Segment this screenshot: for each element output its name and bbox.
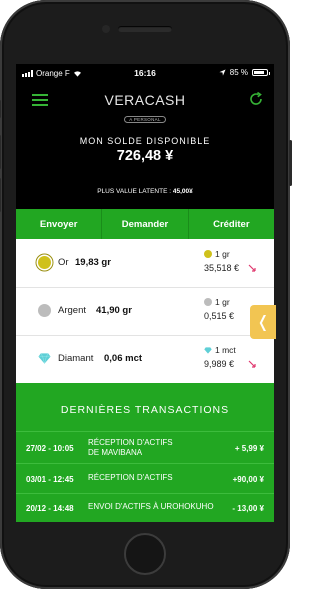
- asset-unit-label: 1 gr: [215, 249, 230, 259]
- balance-value: 726,48 ¥: [116, 148, 174, 164]
- trend-down-icon: [248, 264, 256, 272]
- diamond-small-icon: [204, 346, 212, 354]
- tab-request[interactable]: Demander: [102, 209, 189, 239]
- asset-unit-label: 1 gr: [215, 297, 230, 307]
- chevron-left-icon: ❬: [256, 314, 270, 331]
- asset-unit: 1 gr: [204, 249, 230, 259]
- asset-name: Argent: [58, 305, 86, 316]
- transaction-row[interactable]: 20/12 - 14:48 ENVOI D'ACTIFS À UROHOKUHO…: [16, 493, 274, 522]
- location-arrow-icon: [219, 69, 226, 76]
- recent-transactions: DERNIÈRES TRANSACTIONS 27/02 - 10:05 RÉC…: [16, 383, 274, 522]
- app-subtitle: A PERSONAL: [124, 116, 166, 123]
- asset-quantity: 0,06 mct: [104, 353, 143, 364]
- transaction-amount: + 5,99 ¥: [234, 444, 264, 453]
- app-logo: VERACASH A PERSONAL: [16, 92, 274, 126]
- earpiece-speaker: [118, 26, 172, 32]
- transaction-label-line1: RÉCEPTION D'ACTIFS: [88, 438, 173, 447]
- asset-unit-label: 1 mct: [215, 345, 236, 355]
- transaction-label: RÉCEPTION D'ACTIFS: [88, 473, 173, 483]
- diamond-icon: [38, 353, 51, 364]
- status-bar: Orange F 16:16 85 %: [16, 64, 274, 82]
- battery-icon: [252, 69, 270, 76]
- transaction-date: 03/01 - 12:45: [26, 475, 74, 484]
- balance-label: MON SOLDE DISPONIBLE: [79, 136, 211, 146]
- gold-small-icon: [204, 250, 212, 258]
- gold-icon: [38, 256, 51, 269]
- refresh-icon[interactable]: [248, 91, 264, 107]
- asset-row-silver[interactable]: Argent 41,90 gr 1 gr 0,515 €: [16, 287, 274, 336]
- asset-quantity: 19,83 gr: [75, 257, 111, 268]
- transaction-label: ENVOI D'ACTIFS À UROHOKUHO: [88, 502, 214, 512]
- asset-row-gold[interactable]: Or 19,83 gr 1 gr 35,518 €: [16, 239, 274, 288]
- phone-frame: Orange F 16:16 85 % VERACASH A PERSONAL: [0, 0, 292, 589]
- asset-name: Diamant: [58, 353, 94, 364]
- transactions-title: DERNIÈRES TRANSACTIONS: [60, 404, 230, 416]
- mute-switch: [0, 100, 1, 118]
- transaction-row[interactable]: 03/01 - 12:45 RÉCEPTION D'ACTIFS +90,00 …: [16, 463, 274, 494]
- asset-list: Or 19,83 gr 1 gr 35,518 € Argent 41,90 g…: [16, 239, 274, 383]
- asset-row-diamond[interactable]: Diamant 0,06 mct 1 mct 9,989 €: [16, 335, 274, 383]
- silver-icon: [38, 304, 51, 317]
- asset-unit: 1 gr: [204, 297, 230, 307]
- latent-gain-value: 45,00¥: [172, 188, 193, 195]
- battery-percent: 85 %: [229, 68, 248, 77]
- transaction-label: RÉCEPTION D'ACTIFS DE MAVIBANA: [88, 438, 173, 458]
- action-tabs: Envoyer Demander Créditer: [16, 209, 274, 239]
- transaction-amount: +90,00 ¥: [232, 475, 264, 484]
- transaction-label-line2: DE MAVIBANA: [88, 448, 143, 457]
- asset-price: 9,989 €: [204, 359, 235, 369]
- transaction-label-line1: ENVOI D'ACTIFS À UROHOKUHO: [88, 502, 214, 511]
- side-panel-tab[interactable]: ❬: [250, 305, 276, 339]
- tab-send[interactable]: Envoyer: [16, 209, 103, 239]
- asset-price: 35,518 €: [204, 263, 240, 273]
- asset-name: Or: [58, 257, 69, 268]
- front-camera: [102, 25, 110, 33]
- app-screen: Orange F 16:16 85 % VERACASH A PERSONAL: [16, 64, 274, 522]
- trend-down-icon: [248, 360, 256, 368]
- silver-small-icon: [204, 298, 212, 306]
- asset-price: 0,515 €: [204, 311, 235, 321]
- volume-up-button: [0, 135, 1, 169]
- volume-down-button: [0, 178, 1, 212]
- battery-fill: [254, 71, 265, 74]
- transaction-date: 27/02 - 10:05: [26, 444, 74, 453]
- transaction-amount: - 13,00 ¥: [232, 504, 264, 513]
- transaction-row[interactable]: 27/02 - 10:05 RÉCEPTION D'ACTIFS DE MAVI…: [16, 431, 274, 464]
- app-name: VERACASH: [104, 92, 186, 108]
- power-button: [289, 140, 292, 186]
- asset-quantity: 41,90 gr: [96, 305, 132, 316]
- transaction-date: 20/12 - 14:48: [26, 504, 74, 513]
- home-button[interactable]: [124, 533, 166, 575]
- asset-unit: 1 mct: [204, 345, 236, 355]
- latent-gain-label: PLUS VALUE LATENTE :: [97, 188, 172, 195]
- transaction-label-line1: RÉCEPTION D'ACTIFS: [88, 473, 173, 482]
- tab-credit[interactable]: Créditer: [189, 209, 274, 239]
- latent-gain: PLUS VALUE LATENTE : 45,00¥: [16, 188, 274, 195]
